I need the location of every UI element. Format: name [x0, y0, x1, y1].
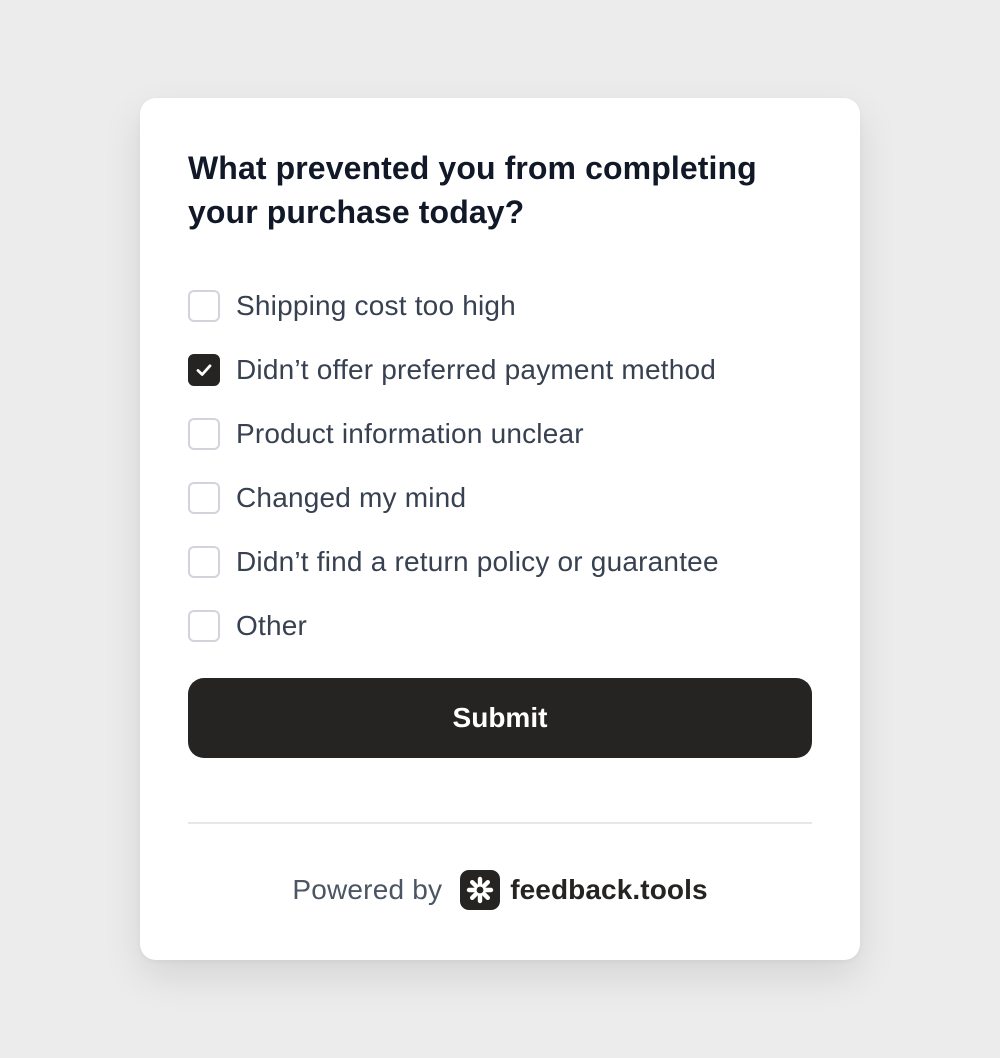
- checkbox[interactable]: [188, 290, 220, 322]
- option-label: Shipping cost too high: [236, 290, 516, 321]
- option-label: Other: [236, 610, 308, 641]
- brand-link[interactable]: feedback.tools: [460, 870, 708, 910]
- option-product-info[interactable]: Product information unclear: [188, 402, 812, 466]
- survey-question: What prevented you from completing your …: [188, 150, 757, 230]
- checkbox[interactable]: [188, 418, 220, 450]
- checkmark-icon: [196, 364, 212, 376]
- option-shipping-cost[interactable]: Shipping cost too high: [188, 274, 812, 338]
- options-list: Shipping cost too high Didn’t offer pref…: [188, 274, 812, 658]
- option-payment-method[interactable]: Didn’t offer preferred payment method: [188, 338, 812, 402]
- option-return-policy[interactable]: Didn’t find a return policy or guarantee: [188, 530, 812, 594]
- checkbox[interactable]: [188, 354, 220, 386]
- option-label: Changed my mind: [236, 482, 467, 513]
- option-other[interactable]: Other: [188, 594, 812, 658]
- option-label: Didn’t offer preferred payment method: [236, 354, 717, 385]
- option-label: Product information unclear: [236, 418, 584, 449]
- powered-by-label: Powered by: [292, 874, 443, 905]
- checkbox[interactable]: [188, 610, 220, 642]
- powered-by-footer: Powered by feedback.tools: [140, 868, 860, 912]
- divider: [188, 822, 812, 824]
- brand-name: feedback.tools: [510, 874, 708, 905]
- checkbox[interactable]: [188, 482, 220, 514]
- asterisk-logo-icon: [460, 870, 501, 910]
- survey-card: What prevented you from completing your …: [140, 98, 860, 960]
- option-label: Didn’t find a return policy or guarantee: [236, 546, 719, 577]
- option-changed-mind[interactable]: Changed my mind: [188, 466, 812, 530]
- checkbox[interactable]: [188, 546, 220, 578]
- submit-button[interactable]: Submit: [188, 678, 812, 758]
